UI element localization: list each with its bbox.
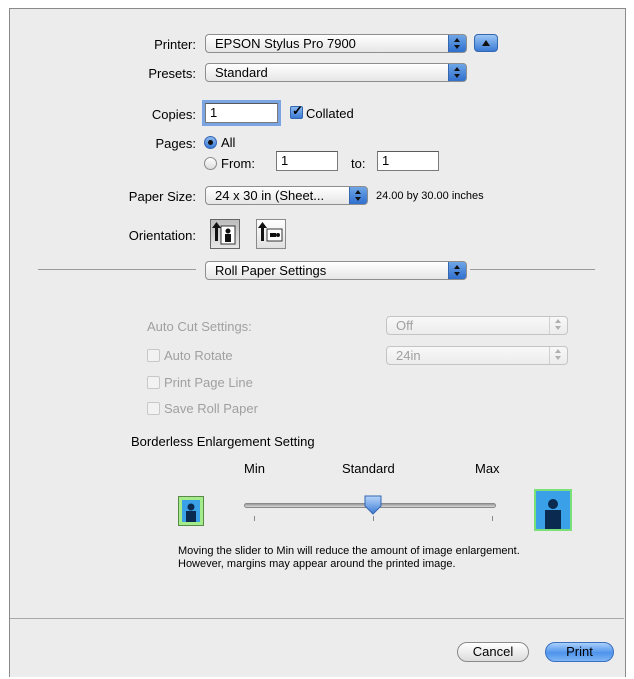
panel-popup-value: Roll Paper Settings (215, 263, 327, 278)
collated-checkbox[interactable] (290, 103, 303, 119)
popup-arrows-icon (549, 317, 567, 334)
slider-standard-label: Standard (342, 461, 395, 476)
printer-popup[interactable]: EPSON Stylus Pro 7900 (205, 34, 467, 53)
popup-arrows-icon (349, 187, 367, 204)
pages-label: Pages: (155, 136, 196, 151)
presets-label: Presets: (148, 66, 196, 81)
slider-max-label: Max (475, 461, 500, 476)
note-line-1: Moving the slider to Min will reduce the… (178, 545, 520, 557)
auto-rotate-popup[interactable]: 24in (386, 346, 568, 365)
paper-size-label: Paper Size: (128, 189, 196, 204)
slider-tick-max (492, 516, 493, 521)
copies-field[interactable]: 1 (205, 103, 278, 123)
copies-label: Copies: (151, 107, 196, 122)
pages-from-radio[interactable] (204, 157, 217, 170)
auto-cut-label: Auto Cut Settings: (147, 319, 252, 334)
borderless-title: Borderless Enlargement Setting (131, 434, 315, 449)
presets-value: Standard (215, 65, 268, 80)
portrait-icon (212, 222, 236, 245)
print-page-line-label: Print Page Line (164, 375, 253, 390)
pages-all-label: All (221, 135, 236, 150)
paper-size-popup[interactable]: 24 x 30 in (Sheet... (205, 186, 368, 205)
pages-from-label: From: (221, 156, 255, 171)
print-button[interactable]: Print (545, 642, 614, 662)
auto-cut-popup[interactable]: Off (386, 316, 568, 335)
note-line-2: However, margins may appear around the p… (178, 558, 456, 570)
orientation-label: Orientation: (128, 228, 196, 243)
paper-size-value: 24 x 30 in (Sheet... (215, 188, 325, 203)
landscape-button[interactable] (256, 219, 286, 249)
panel-popup[interactable]: Roll Paper Settings (205, 261, 467, 280)
auto-rotate-label: Auto Rotate (164, 348, 233, 363)
slider-min-label: Min (244, 461, 265, 476)
popup-arrows-icon (448, 64, 466, 81)
auto-rotate-checkbox[interactable] (147, 349, 160, 362)
paper-dimensions: 24.00 by 30.00 inches (376, 190, 484, 202)
to-field[interactable]: 1 (377, 151, 439, 171)
separator-left (38, 269, 196, 270)
from-field[interactable]: 1 (276, 151, 338, 171)
auto-rotate-value: 24in (396, 348, 421, 363)
slider-tick-min (254, 516, 255, 521)
presets-popup[interactable]: Standard (205, 63, 467, 82)
pages-all-radio[interactable] (204, 136, 217, 149)
save-roll-paper-label: Save Roll Paper (164, 401, 258, 416)
borderless-note: Moving the slider to Min will reduce the… (178, 545, 520, 571)
popup-arrows-icon (549, 347, 567, 364)
cancel-button[interactable]: Cancel (457, 642, 529, 662)
disclosure-button[interactable] (474, 34, 498, 52)
print-page-line-checkbox[interactable] (147, 376, 160, 389)
landscape-icon (258, 222, 283, 242)
popup-arrows-icon (448, 262, 466, 279)
auto-cut-value: Off (396, 318, 414, 333)
printer-label: Printer: (154, 37, 196, 52)
separator-right (470, 269, 595, 270)
collated-label: Collated (306, 106, 354, 121)
pages-to-label: to: (351, 156, 366, 171)
portrait-button[interactable] (210, 219, 240, 249)
min-enlargement-icon (178, 496, 204, 526)
enlargement-slider-thumb[interactable] (364, 495, 382, 515)
max-enlargement-icon (534, 489, 572, 531)
slider-tick-standard (373, 516, 374, 521)
save-roll-paper-checkbox[interactable] (147, 402, 160, 415)
printer-value: EPSON Stylus Pro 7900 (215, 36, 356, 51)
triangle-up-icon (482, 40, 490, 46)
popup-arrows-icon (448, 35, 466, 52)
bottom-separator (10, 618, 624, 619)
